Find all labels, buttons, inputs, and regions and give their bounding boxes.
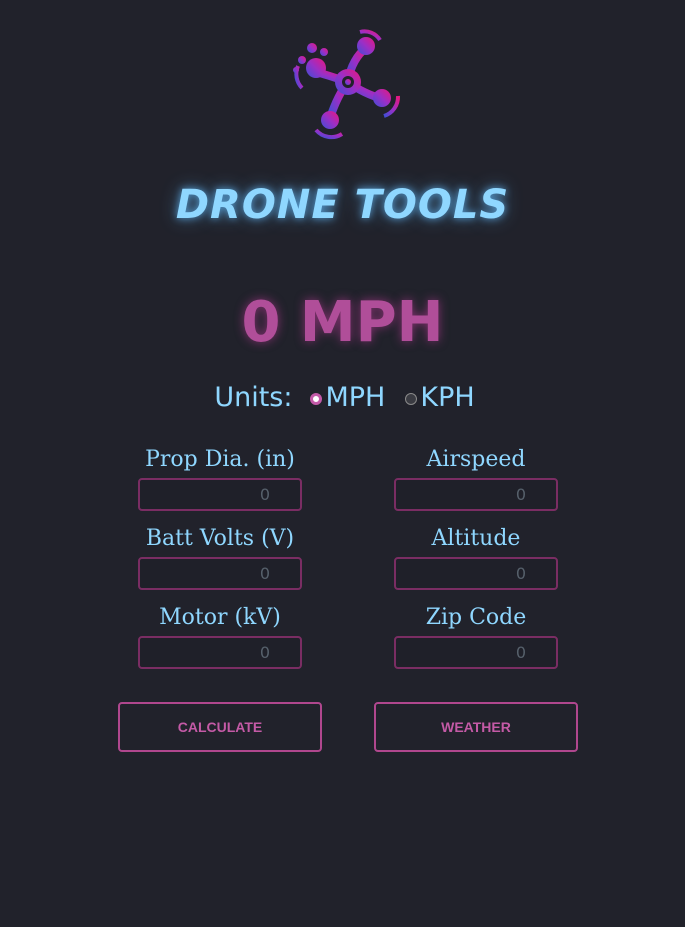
altitude-group: Altitude [394, 524, 558, 590]
airspeed-input[interactable] [394, 478, 558, 511]
calculate-button[interactable]: CALCULATE [118, 702, 322, 752]
drone-logo-icon [293, 29, 400, 140]
speed-readout: 0 MPH [241, 290, 444, 355]
units-option-mph[interactable]: MPH [310, 382, 385, 413]
mph-radio[interactable] [310, 392, 323, 405]
prop-dia-label: Prop Dia. (in) [145, 447, 295, 472]
prop-dia-group: Prop Dia. (in) [138, 445, 302, 511]
zip-code-label: Zip Code [425, 605, 527, 630]
zip-code-input[interactable] [394, 636, 558, 669]
motor-kv-input[interactable] [138, 636, 302, 669]
units-option-kph[interactable]: KPH [405, 382, 475, 413]
weather-button[interactable]: WEATHER [374, 702, 578, 752]
zip-code-group: Zip Code [394, 603, 558, 669]
altitude-input[interactable] [394, 557, 558, 590]
airspeed-group: Airspeed [394, 445, 558, 511]
units-label: Units: [214, 382, 293, 413]
batt-volts-label: Batt Volts (V) [145, 526, 295, 551]
kph-label: KPH [420, 382, 475, 413]
batt-volts-group: Batt Volts (V) [138, 524, 302, 590]
motor-kv-label: Motor (kV) [159, 605, 281, 630]
app-title: DRONE TOOLS [175, 182, 510, 228]
prop-dia-input[interactable] [138, 478, 302, 511]
batt-volts-input[interactable] [138, 557, 302, 590]
motor-kv-group: Motor (kV) [138, 603, 302, 669]
airspeed-label: Airspeed [426, 447, 526, 472]
kph-radio[interactable] [405, 392, 418, 405]
altitude-label: Altitude [431, 526, 521, 551]
units-selector: Units: MPH KPH [0, 382, 685, 413]
mph-label: MPH [325, 382, 386, 413]
